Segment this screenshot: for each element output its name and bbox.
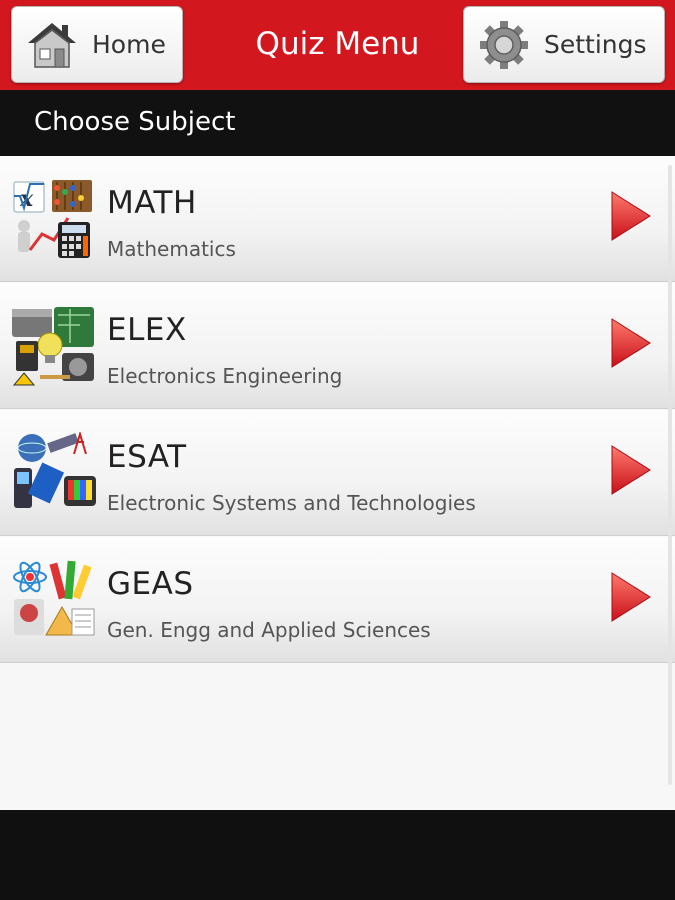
play-arrow-icon[interactable] <box>610 571 652 623</box>
subject-description: Electronic Systems and Technologies <box>107 491 476 515</box>
bottom-bar <box>0 810 675 900</box>
subject-description: Gen. Engg and Applied Sciences <box>107 618 431 642</box>
subject-row-elex[interactable]: ELEX Electronics Engineering <box>0 283 675 409</box>
home-button[interactable]: Home <box>11 6 183 83</box>
page-title: Quiz Menu <box>255 26 420 62</box>
subject-name: ESAT <box>107 439 187 475</box>
subject-name: ELEX <box>107 312 187 348</box>
home-button-label: Home <box>92 30 166 59</box>
subject-description: Electronics Engineering <box>107 364 343 388</box>
play-arrow-icon[interactable] <box>610 444 652 496</box>
subject-list: x MATH Mathematics ELEX Electronics Engi… <box>0 156 675 810</box>
section-header: Choose Subject <box>0 90 675 156</box>
play-arrow-icon[interactable] <box>610 190 652 242</box>
settings-button[interactable]: Settings <box>463 6 665 83</box>
subject-row-math[interactable]: x MATH Mathematics <box>0 156 675 282</box>
subject-row-esat[interactable]: ESAT Electronic Systems and Technologies <box>0 410 675 536</box>
house-icon <box>24 17 80 73</box>
subject-name: GEAS <box>107 566 194 602</box>
electronics-subject-icon <box>10 305 98 387</box>
gear-icon <box>476 17 532 73</box>
math-subject-icon: x <box>10 178 98 260</box>
subject-name: MATH <box>107 185 197 221</box>
app-header: Home Quiz Menu Settings <box>0 0 675 90</box>
play-arrow-icon[interactable] <box>610 317 652 369</box>
section-header-label: Choose Subject <box>34 107 236 137</box>
subject-row-geas[interactable]: GEAS Gen. Engg and Applied Sciences <box>0 537 675 663</box>
settings-button-label: Settings <box>544 30 647 59</box>
esat-subject-icon <box>10 430 98 514</box>
geas-subject-icon <box>10 559 98 641</box>
scrollbar[interactable] <box>668 165 672 785</box>
subject-description: Mathematics <box>107 237 236 261</box>
